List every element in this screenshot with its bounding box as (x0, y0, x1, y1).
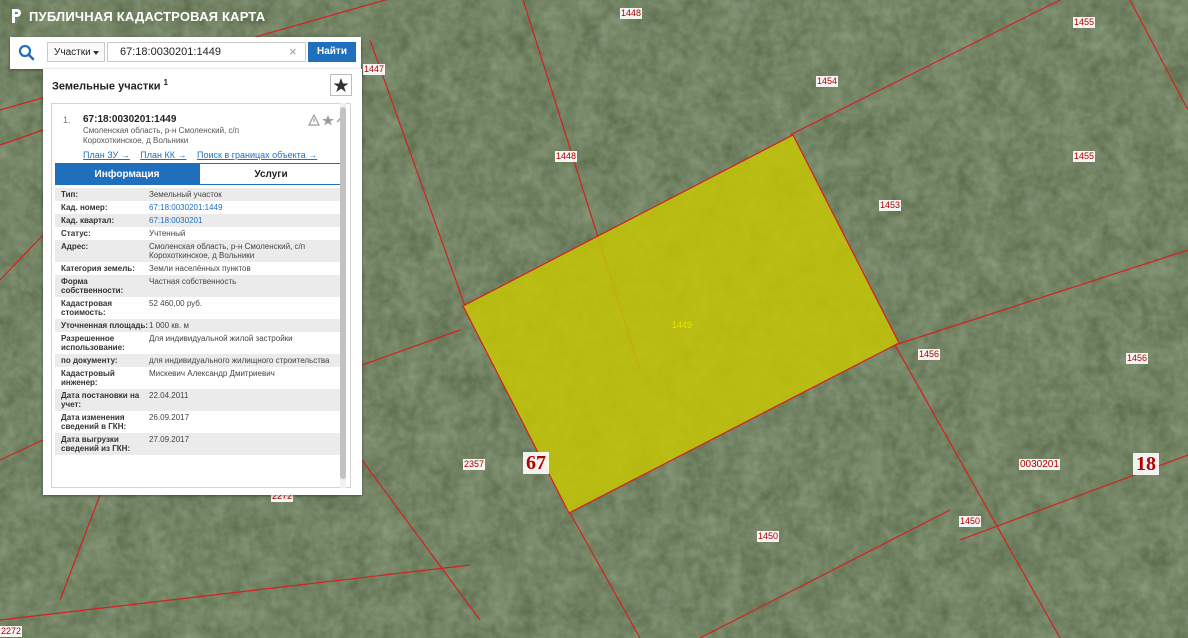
scrollbar[interactable] (340, 103, 346, 488)
info-value: 1 000 кв. м (149, 321, 189, 330)
plan-kk-link[interactable]: План КК → (140, 150, 186, 160)
info-label: Уточненная площадь: (61, 321, 149, 330)
cadastral-number-link[interactable]: 67:18:0030201:1449 (149, 203, 339, 212)
search-icon[interactable] (16, 43, 38, 63)
result-cadastral-number[interactable]: 67:18:0030201:1449 (83, 114, 176, 125)
parcel-label[interactable]: 2272 (0, 626, 23, 637)
result-links: План ЗУ → План КК → Поиск в границах объ… (83, 150, 325, 160)
info-row: Форма собственности: Частная собственност… (55, 275, 341, 297)
info-row: по документу: для индивидуального жилищно… (55, 354, 341, 367)
results-count: 1 (163, 78, 168, 87)
search-input[interactable] (107, 42, 306, 62)
info-value: Частная собственность (149, 277, 237, 286)
search-in-bounds-link[interactable]: Поиск в границах объекта → (197, 150, 317, 160)
region-label: 18 (1133, 453, 1159, 475)
info-row: Уточненная площадь: 1 000 кв. м (55, 319, 341, 332)
info-label: Кадастровый инженер: (61, 369, 115, 387)
info-label: Дата изменения сведений в ГКН: (61, 413, 127, 431)
cadastral-quarter-link[interactable]: 67:18:0030201 (149, 216, 339, 225)
favorites-button[interactable] (330, 74, 352, 96)
app-header: ПУБЛИЧНАЯ КАДАСТРОВАЯ КАРТА (10, 8, 265, 24)
info-row: Дата постановки на учет: 22.04.2011 (55, 389, 341, 411)
info-label: по документу: (61, 356, 118, 365)
info-row: Кадастровая стоимость: 52 460,00 руб. (55, 297, 341, 319)
info-value: Земельный участок (149, 190, 222, 199)
result-index: 1. (63, 115, 71, 125)
info-label: Кад. номер: (61, 203, 108, 212)
find-button[interactable]: Найти (308, 42, 356, 62)
rosreestr-logo-icon (12, 9, 21, 23)
info-row: Тип: Земельный участок (55, 188, 341, 201)
clear-icon[interactable]: × (289, 43, 297, 60)
result-card: 1. 67:18:0030201:1449 Смоленская область… (51, 103, 351, 488)
parcel-label[interactable]: 1456 (918, 349, 941, 360)
result-address: Смоленская область, р-н Смоленский, с/п … (83, 126, 240, 145)
search-type-select[interactable]: Участки (47, 42, 105, 62)
panel-title: Земельные участки 1 (52, 78, 168, 93)
parcel-label[interactable]: 1456 (1126, 353, 1149, 364)
info-label: Категория земель: (61, 264, 135, 273)
info-value: 27.09.2017 (149, 435, 190, 444)
parcel-label[interactable]: 1448 (555, 151, 578, 162)
info-label: Дата постановки на учет: (61, 391, 140, 409)
search-type-value: Участки (54, 47, 91, 58)
info-value: 26.09.2017 (149, 413, 190, 422)
star-icon[interactable] (322, 115, 334, 126)
search-bar: Участки × Найти (10, 37, 361, 69)
info-value: 22.04.2011 (149, 391, 189, 400)
star-icon (333, 78, 349, 92)
results-panel: Земельные участки 1 1. 67:18:0030201:144… (43, 69, 362, 495)
info-row: Статус: Учтенный (55, 227, 341, 240)
info-value: 52 460,00 руб. (149, 299, 203, 308)
warning-icon[interactable] (308, 114, 320, 126)
selected-parcel-label[interactable]: 1449 (672, 320, 692, 331)
parcel-label[interactable]: 2357 (463, 459, 486, 470)
info-value: Учтенный (149, 229, 186, 238)
scrollbar-thumb[interactable] (340, 107, 346, 479)
app-title: ПУБЛИЧНАЯ КАДАСТРОВАЯ КАРТА (29, 8, 266, 24)
info-row: Адрес: Смоленская область, р-н Смоленский… (55, 240, 341, 262)
info-value: Смоленская область, р-н Смоленский, с/п … (149, 242, 306, 260)
tabs: Информация Услуги (55, 163, 343, 185)
info-label: Форма собственности: (61, 277, 124, 295)
info-label: Адрес: (61, 242, 89, 251)
district-label: 67 (523, 452, 549, 474)
info-label: Дата выгрузки сведений из ГКН: (61, 435, 131, 453)
info-table: Тип: Земельный участок Кад. номер: 67:18:0… (55, 188, 341, 455)
parcel-label[interactable]: 1453 (879, 200, 902, 211)
info-row: Кад. квартал: 67:18:0030201 (55, 214, 341, 227)
tab-information[interactable]: Информация (55, 163, 199, 185)
parcel-label[interactable]: 1448 (620, 8, 643, 19)
info-value: Земли населённых пунктов (149, 264, 251, 273)
parcel-label[interactable]: 1450 (959, 516, 982, 527)
parcel-label[interactable]: 1454 (816, 76, 839, 87)
info-value: Мискевич Александр Дмитриевич (149, 369, 275, 378)
info-label: Тип: (61, 190, 78, 199)
parcel-label[interactable]: 1455 (1073, 151, 1096, 162)
parcel-label[interactable]: 1455 (1073, 17, 1096, 28)
info-value: для индивидуального жилищного строительс… (149, 356, 330, 365)
info-row: Кадастровый инженер: Мискевич Александр Д… (55, 367, 341, 389)
info-label: Статус: (61, 229, 91, 238)
cadastral-quarter-label[interactable]: 0030201 (1019, 459, 1060, 470)
info-label: Кадастровая стоимость: (61, 299, 113, 317)
chevron-down-icon (93, 51, 99, 55)
parcel-label[interactable]: 1450 (757, 531, 780, 542)
info-row: Разрешенное использование: Для индивидуал… (55, 332, 341, 354)
plan-zu-link[interactable]: План ЗУ → (83, 150, 130, 160)
panel-title-text: Земельные участки (52, 80, 161, 93)
parcel-label[interactable]: 1447 (363, 64, 386, 75)
info-row: Кад. номер: 67:18:0030201:1449 (55, 201, 341, 214)
info-label: Разрешенное использование: (61, 334, 125, 352)
info-label: Кад. квартал: (61, 216, 115, 225)
info-row: Дата изменения сведений в ГКН: 26.09.2017 (55, 411, 341, 433)
tab-services[interactable]: Услуги (199, 163, 343, 185)
info-row: Дата выгрузки сведений из ГКН: 27.09.2017 (55, 433, 341, 455)
info-row: Категория земель: Земли населённых пункто… (55, 262, 341, 275)
info-value: Для индивидуальной жилой застройки (149, 334, 293, 343)
